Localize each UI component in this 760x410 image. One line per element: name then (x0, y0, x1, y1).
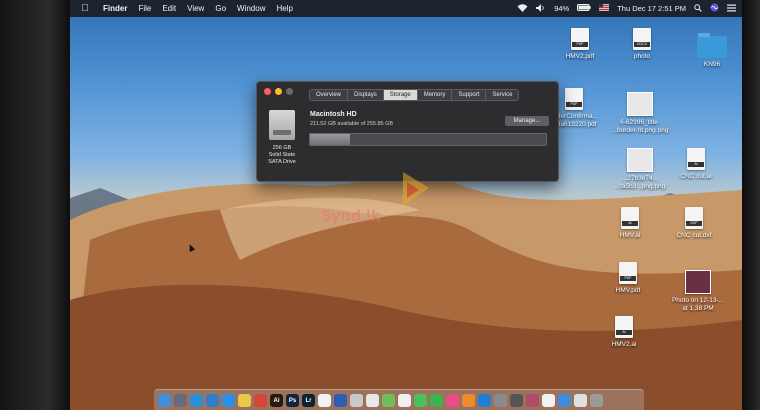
apple-menu-icon[interactable]:  (79, 3, 91, 15)
watermark-logo-icon (403, 172, 429, 206)
tab-service[interactable]: Service (486, 90, 519, 100)
manage-button[interactable]: Manage... (505, 116, 549, 126)
notification-center-icon[interactable] (727, 4, 736, 14)
safari-compass-icon[interactable] (206, 394, 219, 407)
menu-file[interactable]: File (138, 4, 151, 13)
preview-icon[interactable] (350, 394, 363, 407)
desktop-icon-title-border-png[interactable]: 6-62996_title- ...border-tit.png.png (610, 92, 670, 135)
app-store-icon[interactable] (222, 394, 235, 407)
png-image-icon (627, 148, 653, 172)
menu-edit[interactable]: Edit (162, 4, 176, 13)
about-tabs: Overview Displays Storage Memory Support… (309, 89, 520, 101)
photo-bezel-right (742, 0, 760, 410)
folder-icon (697, 33, 727, 58)
tab-support[interactable]: Support (452, 90, 487, 100)
messages-icon[interactable] (414, 394, 427, 407)
ibooks-icon[interactable] (462, 394, 475, 407)
tab-overview[interactable]: Overview (310, 90, 349, 100)
desktop-icon-cnc-cut-dxf[interactable]: DXF CNC cut.dxf (664, 207, 724, 240)
ai-document-icon: AI (687, 148, 705, 170)
photoshop-icon[interactable]: Ps (286, 394, 299, 407)
photos-icon[interactable] (398, 394, 411, 407)
facetime-icon[interactable] (430, 394, 443, 407)
menu-window[interactable]: Window (237, 4, 265, 13)
itunes-icon[interactable] (446, 394, 459, 407)
photo-thumbnail-icon (685, 270, 711, 294)
close-window-button[interactable] (264, 88, 271, 95)
zoom-window-button[interactable] (286, 88, 293, 95)
calendar-icon[interactable] (318, 394, 331, 407)
desktop-icon-hmv2-ai[interactable]: AI HMV2.ai (594, 316, 654, 349)
notes-icon[interactable] (238, 394, 251, 407)
trash-icon[interactable] (590, 394, 603, 407)
chrome-icon[interactable] (254, 394, 267, 407)
finder-icon[interactable] (158, 394, 171, 407)
menu-finder[interactable]: Finder (103, 4, 127, 13)
photo-bezel-left (0, 0, 70, 410)
desktop-icon-image-png[interactable]: ...27b3e74... ...fa5b3...png.png (610, 148, 670, 191)
menu-go[interactable]: Go (215, 4, 226, 13)
input-flag-icon[interactable] (599, 4, 610, 13)
png-image-icon (627, 92, 653, 116)
tab-storage[interactable]: Storage (383, 90, 418, 100)
status-menus: 94% Thu Dec 17 2:51 PM (517, 0, 736, 17)
app-icon[interactable] (478, 394, 491, 407)
volume-icon[interactable] (536, 3, 546, 14)
illustrator-icon[interactable]: Ai (270, 394, 283, 407)
photo-thumb-icon[interactable] (526, 394, 539, 407)
storage-used-segment (310, 134, 351, 145)
pdf-document-icon: PDF (619, 262, 637, 284)
storage-available-text: 211.52 GB available of 255.85 GB (310, 121, 394, 127)
pages-icon[interactable] (366, 394, 379, 407)
minimize-window-button[interactable] (275, 88, 282, 95)
volume-name: Macintosh HD (310, 111, 357, 118)
safari-icon[interactable] (190, 394, 203, 407)
spotlight-search-icon[interactable] (694, 3, 702, 14)
watermark-text: 5ynd.lk (322, 208, 381, 225)
desktop-icon-hmv-pdf[interactable]: PDF HMV.pdf (598, 262, 658, 295)
downloads-icon[interactable] (558, 394, 571, 407)
menu-clock[interactable]: Thu Dec 17 2:51 PM (617, 4, 686, 13)
ai-document-icon: AI (615, 316, 633, 338)
menu-bar:  Finder File Edit View Go Window Help 9… (70, 0, 742, 17)
pdf-document-icon: PDF (571, 28, 589, 50)
desktop-icon-photo-thumbnail[interactable]: Photo on 12-13-... at 1.38 PM (668, 270, 728, 313)
siri-icon[interactable] (710, 3, 719, 14)
dxf-document-icon: DXF (685, 207, 703, 229)
tab-memory[interactable]: Memory (417, 90, 453, 100)
disk-caption: 256 GB Solid State SATA Drive (268, 145, 296, 165)
desktop-icon-cnc-cut-ai[interactable]: AI CNC cut.ai (666, 148, 726, 181)
activity-icon[interactable] (510, 394, 523, 407)
wifi-icon[interactable] (517, 3, 528, 14)
desktop-icon-hmv2-pdf[interactable]: PDF HMV2.pdf (550, 28, 610, 61)
lightroom-icon[interactable]: Lr (302, 394, 315, 407)
dock: Ai Ps Lr (154, 389, 644, 410)
word-icon[interactable] (334, 394, 347, 407)
about-this-mac-window: Overview Displays Storage Memory Support… (256, 81, 559, 182)
desktop-icon-photo[interactable]: DOCX photo (612, 28, 672, 61)
battery-percent: 94% (554, 4, 570, 13)
docx-document-icon: DOCX (633, 28, 651, 50)
launchpad-icon[interactable] (174, 394, 187, 407)
macos-desktop:  Finder File Edit View Go Window Help 9… (70, 0, 742, 410)
tab-displays[interactable]: Displays (348, 90, 384, 100)
document-stack-icon[interactable] (574, 394, 587, 407)
menu-view[interactable]: View (187, 4, 204, 13)
storage-usage-bar (309, 133, 547, 146)
battery-icon[interactable] (577, 4, 591, 13)
maps-icon[interactable] (382, 394, 395, 407)
document-icon[interactable] (542, 394, 555, 407)
ai-document-icon: AI (621, 207, 639, 229)
settings-icon[interactable] (494, 394, 507, 407)
desktop-icon-hmv-ai[interactable]: AI HMV.ai (600, 207, 660, 240)
hard-drive-icon (269, 110, 295, 140)
pdf-document-icon: PDF (565, 88, 583, 110)
menu-help[interactable]: Help (276, 4, 292, 13)
desktop-icon-kn96-folder[interactable]: KN96 (682, 33, 742, 69)
